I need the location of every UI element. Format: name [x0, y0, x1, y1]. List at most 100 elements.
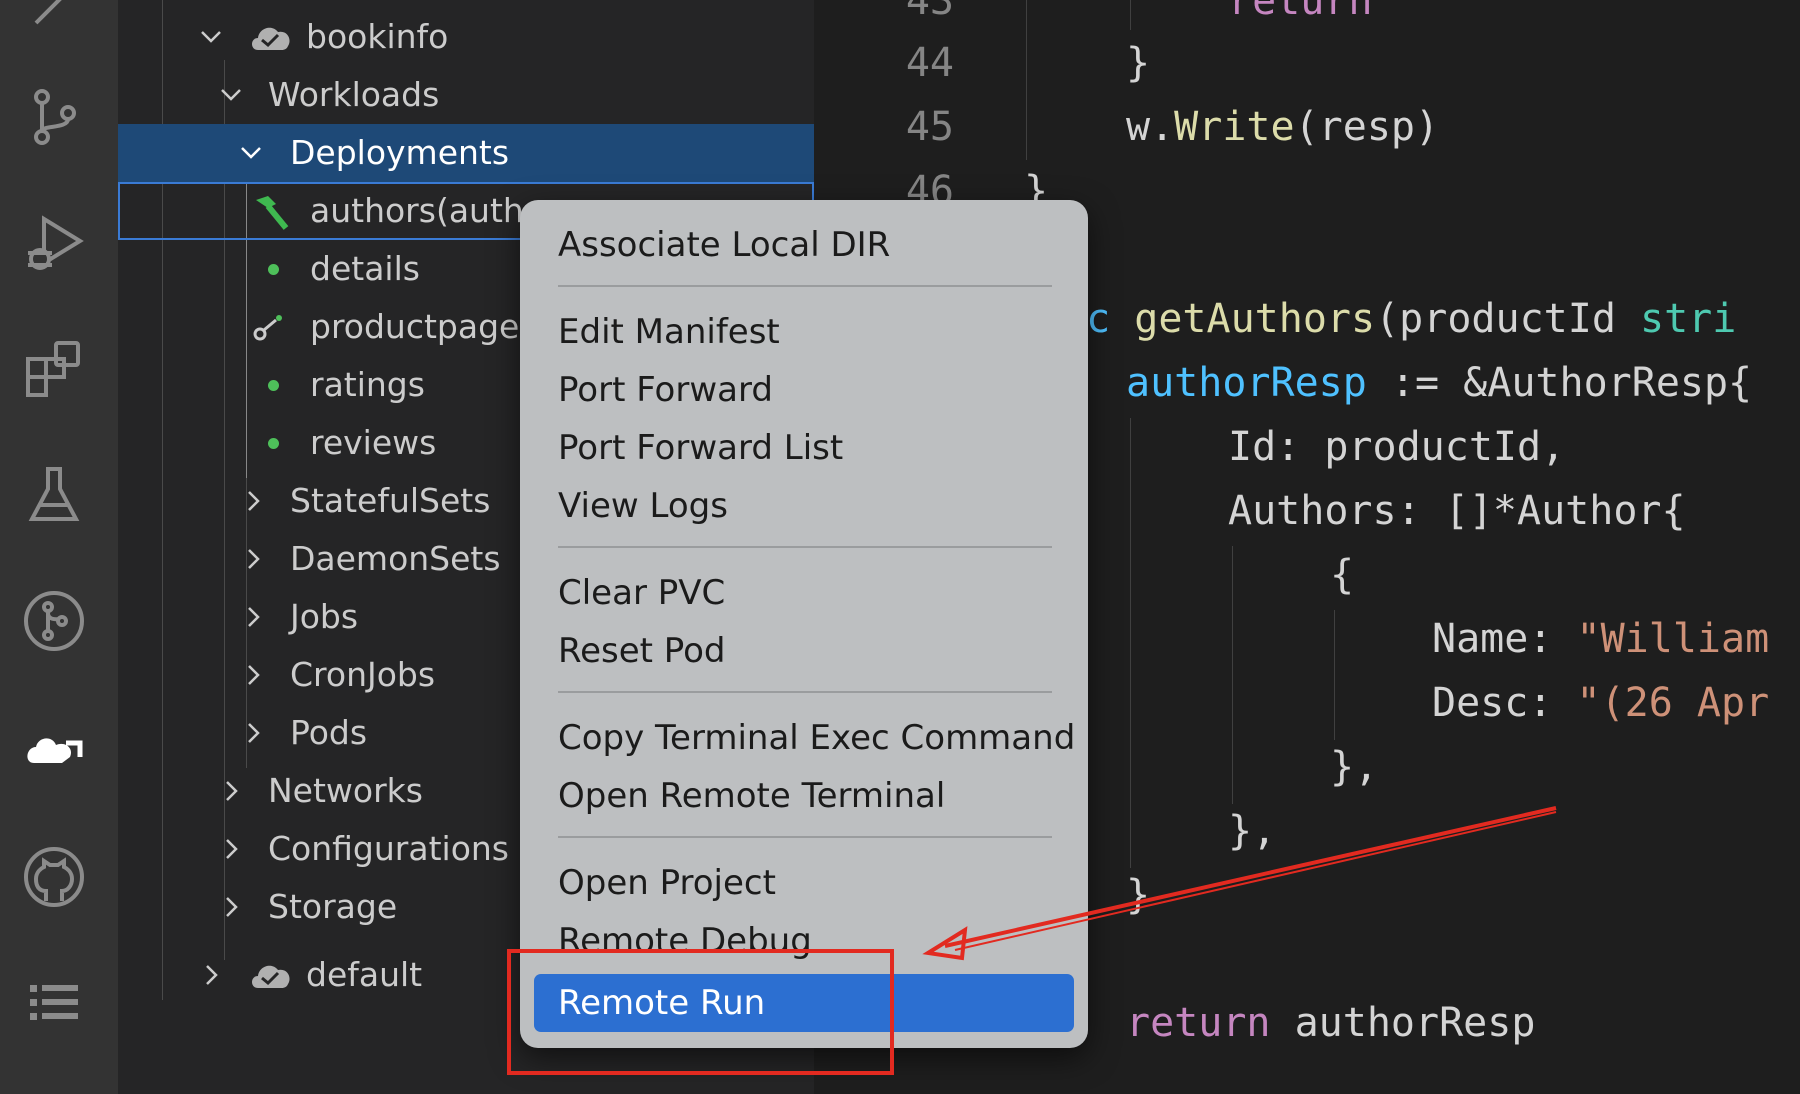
code-token: (productId: [1375, 296, 1640, 342]
status-dot-icon: [268, 438, 279, 449]
code-token: getAuthors: [1134, 296, 1376, 342]
code-token: "(26 Apr: [1576, 680, 1770, 726]
menu-separator: [558, 546, 1052, 548]
code-token: authorResp: [1126, 360, 1367, 406]
code-line: Id: productId,: [1228, 424, 1566, 470]
chevron-right-icon: [216, 762, 246, 820]
code-token: (resp): [1294, 104, 1440, 150]
code-line: nc getAuthors(productId stri: [1062, 296, 1736, 342]
tree-item-label: ratings: [310, 365, 425, 404]
menu-item-edit-manifest[interactable]: Edit Manifest: [558, 303, 780, 361]
code-token: Name:: [1432, 616, 1577, 662]
code-token: := &AuthorResp{: [1366, 360, 1753, 406]
nocalhost-icon[interactable]: [19, 716, 89, 786]
tree-item-label: reviews: [310, 423, 437, 462]
cloud-check-icon: [248, 20, 292, 58]
dev-mode-icon: [252, 312, 286, 346]
code-line: authorResp := &AuthorResp{: [1126, 360, 1752, 406]
chevron-down-icon: [216, 66, 246, 124]
menu-separator: [558, 285, 1052, 287]
menu-item-clear-pvc[interactable]: Clear PVC: [558, 564, 725, 622]
code-token: Desc:: [1432, 680, 1577, 726]
cloud-check-icon: [248, 958, 292, 996]
code-token: stri: [1640, 296, 1737, 342]
code-line: Name: "William: [1432, 616, 1769, 662]
chevron-right-icon: [216, 820, 246, 878]
menu-item-associate-local-dir[interactable]: Associate Local DIR: [558, 216, 890, 274]
code-line: w.Write(resp): [1126, 104, 1439, 150]
chevron-right-icon: [238, 588, 268, 646]
menu-item-view-logs[interactable]: View Logs: [558, 477, 728, 535]
chevron-down-icon: [236, 124, 266, 182]
list-icon[interactable]: [19, 968, 89, 1038]
tree-item-label: Storage: [268, 887, 398, 926]
tree-item-label: Workloads: [268, 75, 440, 114]
menu-separator: [558, 691, 1052, 693]
tree-item-label: details: [310, 249, 420, 288]
code-line: Desc: "(26 Apr: [1432, 680, 1769, 726]
indent-guide: [1130, 418, 1131, 868]
code-token: return: [1126, 1000, 1271, 1046]
activity-bar: [0, 0, 118, 1094]
extensions-icon[interactable]: [19, 334, 89, 404]
tree-item-workloads[interactable]: Workloads: [118, 66, 814, 124]
code-line: }: [1126, 872, 1151, 918]
tree-item-label: Jobs: [290, 597, 359, 636]
hammer-icon: [250, 192, 292, 236]
source-control-icon[interactable]: [19, 82, 89, 152]
menu-item-port-forward[interactable]: Port Forward: [558, 361, 773, 419]
menu-item-copy-terminal-exec-command[interactable]: Copy Terminal Exec Command: [558, 709, 1075, 767]
code-line: },: [1330, 744, 1379, 790]
chevron-right-icon: [196, 946, 226, 1004]
tree-item-deployments[interactable]: Deployments: [118, 124, 814, 182]
code-line: return: [1228, 0, 1373, 24]
tree-item-bookinfo[interactable]: bookinfo: [118, 8, 814, 66]
tree-item-label: Pods: [290, 713, 368, 752]
line-number: 43: [905, 0, 954, 24]
code-line: Authors: []*Author{: [1228, 488, 1686, 534]
chevron-right-icon: [216, 878, 246, 936]
tree-item-label: DaemonSets: [290, 539, 501, 578]
code-token: authorResp: [1270, 1000, 1536, 1046]
code-token: w.: [1126, 104, 1175, 150]
testing-icon[interactable]: [19, 460, 89, 530]
menu-separator: [558, 836, 1052, 838]
chevron-right-icon: [238, 530, 268, 588]
tree-item-label: authors(auth: [310, 191, 524, 230]
code-token: return: [1228, 0, 1373, 24]
menu-item-port-forward-list[interactable]: Port Forward List: [558, 419, 843, 477]
indent-guide: [1130, 0, 1131, 30]
menu-item-open-remote-terminal[interactable]: Open Remote Terminal: [558, 767, 945, 825]
menu-item-open-project[interactable]: Open Project: [558, 854, 776, 912]
status-dot-icon: [268, 380, 279, 391]
indent-guide: [1334, 610, 1335, 740]
github-icon[interactable]: [19, 842, 89, 912]
tree-item-label: CronJobs: [290, 655, 436, 694]
code-line: {: [1330, 552, 1355, 598]
code-token: Write: [1174, 104, 1295, 150]
annotation-highlight-box: [507, 949, 894, 1075]
tree-item-label: bookinfo: [306, 17, 449, 56]
tree-item-label: Networks: [268, 771, 423, 810]
status-dot-icon: [268, 264, 279, 275]
code-line: }: [1126, 40, 1151, 86]
code-line: },: [1228, 808, 1277, 854]
tree-item-label: productpage: [310, 307, 520, 346]
tree-item-label: StatefulSets: [290, 481, 491, 520]
tree-item-label: default: [306, 955, 423, 994]
chevron-right-icon: [238, 472, 268, 530]
code-line: return authorResp: [1126, 1000, 1535, 1046]
chevron-right-icon: [238, 704, 268, 762]
code-token: "William: [1576, 616, 1770, 662]
tree-item-label: Configurations: [268, 829, 509, 868]
chevron-right-icon: [238, 646, 268, 704]
edit-icon[interactable]: [19, 0, 89, 50]
git-graph-icon[interactable]: [19, 586, 89, 656]
run-debug-icon[interactable]: [19, 208, 89, 278]
tree-item-label: Deployments: [290, 133, 510, 172]
indent-guide: [1232, 546, 1233, 804]
indent-guide: [1026, 0, 1027, 160]
line-number: 45: [905, 104, 954, 150]
menu-item-reset-pod[interactable]: Reset Pod: [558, 622, 725, 680]
context-menu: Associate Local DIR Edit Manifest Port F…: [520, 200, 1088, 1048]
